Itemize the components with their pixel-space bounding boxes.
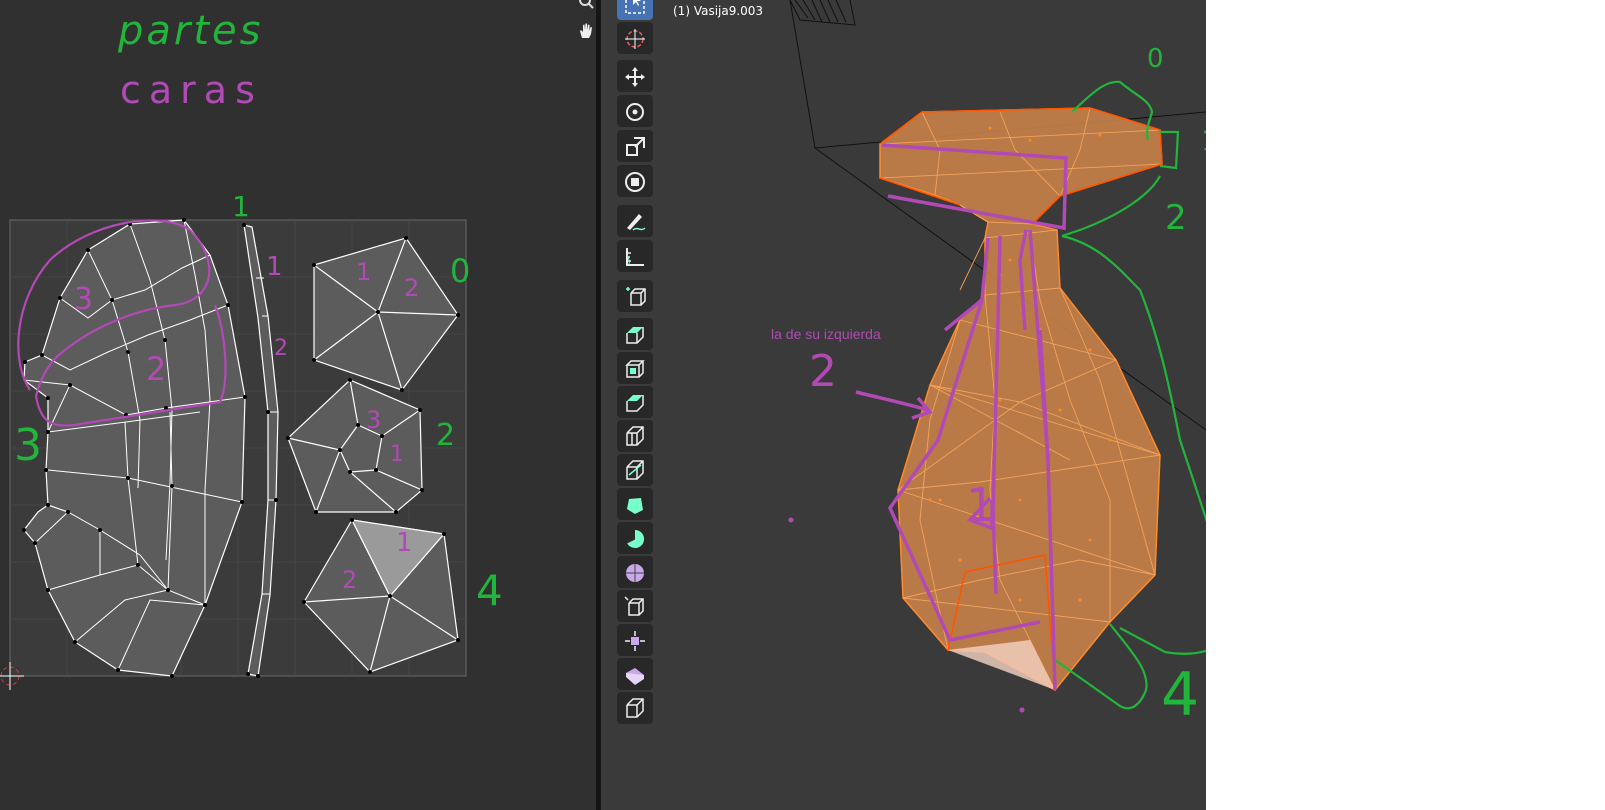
extrude-tool[interactable] <box>617 318 653 350</box>
measure-tool[interactable] <box>617 240 653 272</box>
face-label-fan-lower: 2 <box>146 350 167 388</box>
transform-icon <box>625 172 645 192</box>
knife-tool[interactable] <box>617 454 653 486</box>
face-label-bottom-2: 2 <box>342 566 358 594</box>
face-label-ring-1: 1 <box>390 442 404 467</box>
purple-dot <box>1019 707 1025 713</box>
transform-tool[interactable] <box>617 165 653 197</box>
inset-tool[interactable] <box>617 352 653 384</box>
uv-canvas[interactable] <box>0 0 596 810</box>
hand-icon <box>580 23 592 38</box>
viewport-canvas[interactable] <box>601 0 1206 810</box>
vp-label-0: 0 <box>1147 44 1164 74</box>
pan-view-button[interactable] <box>573 18 596 44</box>
shear-tool[interactable] <box>617 658 653 690</box>
face-label-strip-upper: 1 <box>266 252 283 282</box>
add-cube-icon <box>626 287 646 306</box>
face-label-ring-3: 3 <box>366 406 382 434</box>
rotate-tool[interactable] <box>617 95 653 127</box>
scale-tool[interactable] <box>617 130 653 162</box>
annotation-text: la de su izquierda <box>771 326 881 342</box>
shear-icon <box>626 668 644 685</box>
loop-cut-icon <box>626 426 644 446</box>
vp-face-2: 2 <box>809 346 837 397</box>
rip-region-icon <box>626 698 644 718</box>
vp-label-4: 4 <box>1161 660 1200 730</box>
edge-slide-icon <box>624 596 644 616</box>
island-label-top-cap: 0 <box>450 252 471 290</box>
smooth-tool[interactable] <box>617 556 653 588</box>
loop-cut-tool[interactable] <box>617 420 653 452</box>
vp-label-2: 2 <box>1165 198 1187 238</box>
select-box-tool[interactable] <box>617 0 653 20</box>
purple-dot <box>788 517 794 523</box>
3d-viewport[interactable]: 0 1 2 3 4 2 <box>601 0 1206 810</box>
edge-slide-tool[interactable] <box>617 590 653 622</box>
spin-tool[interactable] <box>617 522 653 554</box>
move-icon <box>625 67 645 87</box>
cursor-icon <box>625 29 645 49</box>
bevel-icon <box>626 395 644 412</box>
shrink-fatten-icon <box>625 631 645 651</box>
add-cube-tool[interactable] <box>617 280 653 312</box>
face-label-bottom-1: 1 <box>396 528 413 558</box>
move-tool[interactable] <box>617 60 653 92</box>
knife-icon <box>626 460 644 480</box>
rotate-icon <box>626 103 644 121</box>
object-name-label: (1) Vasija9.003 <box>673 4 764 18</box>
spin-icon <box>626 529 645 548</box>
note-partes: partes <box>118 8 264 54</box>
face-label-fan-upper: 3 <box>74 282 94 317</box>
island-label-ring: 2 <box>436 418 456 453</box>
poly-build-icon <box>627 498 643 514</box>
island-label-bottom-cap: 4 <box>476 566 503 615</box>
smooth-icon <box>626 564 644 582</box>
rip-region-tool[interactable] <box>617 692 653 724</box>
extrude-icon <box>626 327 644 344</box>
island-label-body: 3 <box>14 420 42 471</box>
annotate-tool[interactable] <box>617 205 653 237</box>
cursor-tool[interactable] <box>617 22 653 54</box>
shrink-fatten-tool[interactable] <box>617 624 653 656</box>
uv-editor[interactable]: partes caras 1 3 0 2 4 3 2 1 2 1 2 3 1 1… <box>0 0 596 810</box>
face-label-cap-2: 2 <box>404 274 420 302</box>
inset-icon <box>625 360 645 378</box>
face-label-strip-lower: 2 <box>274 336 288 361</box>
bevel-tool[interactable] <box>617 386 653 418</box>
empty-canvas-area: 1 <box>966 0 1605 810</box>
face-label-cap-1: 1 <box>356 258 372 286</box>
island-label-strip: 1 <box>232 190 250 223</box>
measure-icon <box>626 248 644 266</box>
vp-face-1: 1 <box>966 478 996 532</box>
poly-build-tool[interactable] <box>617 488 653 520</box>
select-box-icon <box>625 0 645 14</box>
note-caras: caras <box>120 68 263 112</box>
annotate-icon <box>627 214 646 231</box>
vase-mesh <box>879 107 1163 691</box>
scale-icon <box>626 137 645 156</box>
zoom-icon <box>579 0 594 9</box>
